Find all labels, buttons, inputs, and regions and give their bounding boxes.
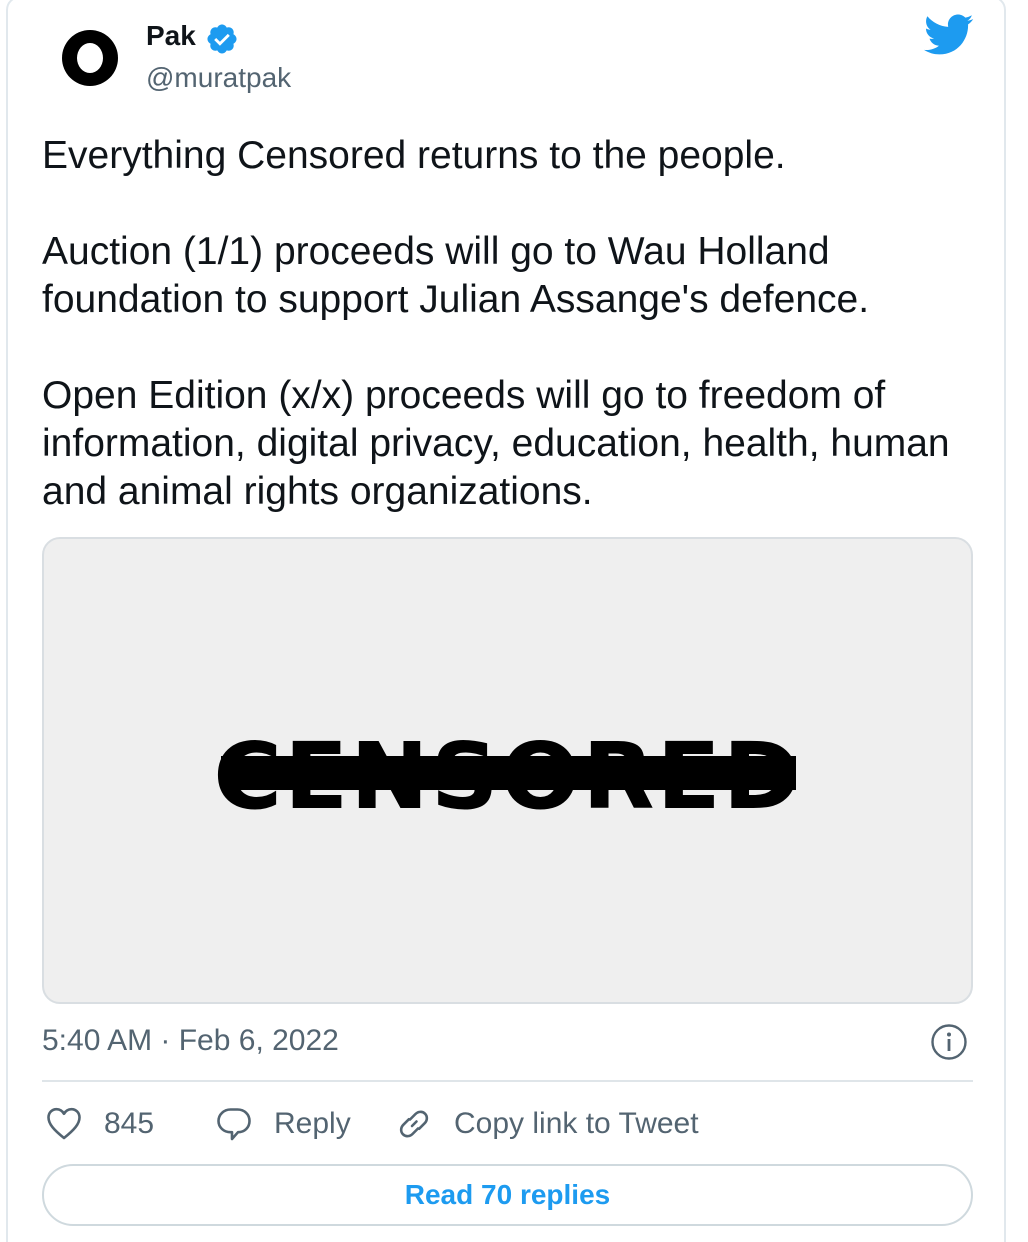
- tweet-paragraph: Everything Censored returns to the peopl…: [42, 134, 786, 177]
- reply-icon: [217, 1108, 251, 1141]
- tweet-paragraph: Open Edition (x/x) proceeds will go to f…: [42, 374, 950, 513]
- twitter-bird-icon[interactable]: [924, 14, 974, 56]
- copy-link-label: Copy link to Tweet: [454, 1107, 699, 1140]
- like-button[interactable]: 845: [46, 1102, 154, 1146]
- author-display-name[interactable]: Pak: [146, 20, 196, 52]
- tweet-media[interactable]: CENSORED: [42, 537, 973, 1004]
- tweet-timestamp[interactable]: 5:40 AM · Feb 6, 2022: [42, 1024, 339, 1058]
- like-count: 845: [104, 1107, 155, 1140]
- read-replies-button[interactable]: Read 70 replies: [42, 1164, 973, 1226]
- info-icon[interactable]: [930, 1023, 968, 1061]
- link-icon: [399, 1110, 429, 1138]
- verified-badge-icon: [207, 24, 237, 54]
- divider: [42, 1080, 973, 1082]
- author-handle[interactable]: @muratpak: [146, 62, 291, 94]
- censor-bar: [221, 756, 796, 790]
- avatar[interactable]: [62, 30, 118, 86]
- heart-icon: [47, 1107, 81, 1140]
- reply-label: Reply: [274, 1107, 351, 1140]
- reply-button[interactable]: Reply: [216, 1102, 351, 1146]
- tweet-text: Everything Censored returns to the peopl…: [42, 132, 982, 516]
- avatar-icon: [77, 43, 103, 73]
- tweet-paragraph: Auction (1/1) proceeds will go to Wau Ho…: [42, 230, 870, 321]
- copy-link-button[interactable]: Copy link to Tweet: [396, 1102, 699, 1146]
